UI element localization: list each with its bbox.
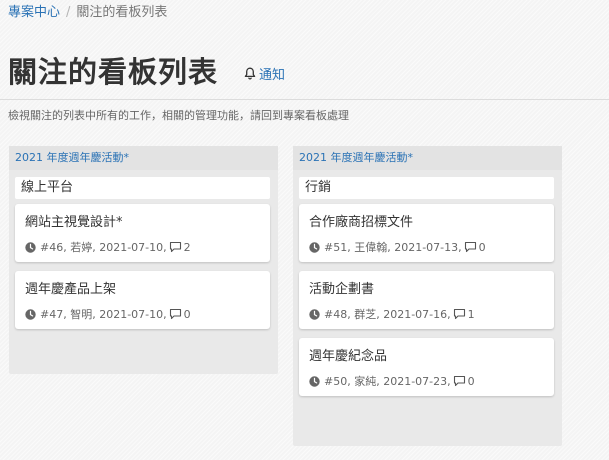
task-card-info: #48, 群芝, 2021-07-16, <box>324 308 451 321</box>
breadcrumb-home-link[interactable]: 專案中心 <box>8 5 60 20</box>
breadcrumb-current: 關注的看板列表 <box>76 5 168 20</box>
page-title: 關注的看板列表 <box>8 55 219 89</box>
task-card[interactable]: 網站主視覺設計* #46, 若婷, 2021-07-10, 2 <box>15 204 270 262</box>
bell-icon <box>244 67 256 80</box>
task-card-info: #51, 王偉翰, 2021-07-13, <box>324 241 462 254</box>
notify-label: 通知 <box>259 67 286 83</box>
notify-button[interactable]: 通知 <box>244 64 285 83</box>
task-card-title: 網站主視覺設計* <box>25 215 123 230</box>
page-description: 檢視關注的列表中所有的工作，相關的管理功能，請回到專案看板處理 <box>8 109 349 122</box>
breadcrumb-separator: / <box>66 5 71 20</box>
task-card-meta: #51, 王偉翰, 2021-07-13, 0 <box>309 239 486 255</box>
board-title-link[interactable]: 2021 年度週年慶活動* <box>9 146 278 170</box>
board-column-2: 2021 年度週年慶活動* 行銷 合作廠商招標文件 #51, 王偉翰, 2021… <box>293 146 562 446</box>
task-card-title: 週年慶紀念品 <box>309 349 388 364</box>
list-title: 行銷 <box>299 177 554 199</box>
clock-icon <box>25 241 36 253</box>
task-card[interactable]: 週年慶紀念品 #50, 家純, 2021-07-23, 0 <box>299 338 554 396</box>
breadcrumb: 專案中心 / 關注的看板列表 <box>8 4 167 22</box>
task-card-comment-count: 0 <box>467 374 475 388</box>
task-card[interactable]: 合作廠商招標文件 #51, 王偉翰, 2021-07-13, 0 <box>299 204 554 262</box>
comment-icon <box>453 375 465 387</box>
comment-icon <box>169 241 181 253</box>
comment-icon <box>464 241 476 253</box>
list-title: 線上平台 <box>15 177 270 199</box>
task-card-comment-count: 0 <box>478 240 486 254</box>
task-card-info: #50, 家純, 2021-07-23, <box>324 375 451 388</box>
task-card-meta: #46, 若婷, 2021-07-10, 2 <box>25 239 191 255</box>
clock-icon <box>309 375 320 387</box>
clock-icon <box>309 308 320 320</box>
task-card-meta: #47, 智明, 2021-07-10, 0 <box>25 306 191 322</box>
comment-icon <box>453 308 465 320</box>
task-card[interactable]: 活動企劃書 #48, 群芝, 2021-07-16, 1 <box>299 271 554 329</box>
title-row: 關注的看板列表 通知 <box>8 50 285 90</box>
task-card-comment-count: 0 <box>183 307 191 321</box>
task-card[interactable]: 週年慶產品上架 #47, 智明, 2021-07-10, 0 <box>15 271 270 329</box>
task-card-comment-count: 2 <box>183 240 191 254</box>
clock-icon <box>25 308 36 320</box>
clock-icon <box>309 241 320 253</box>
header-divider <box>0 99 609 100</box>
task-card-title: 活動企劃書 <box>309 282 375 297</box>
board-title-link[interactable]: 2021 年度週年慶活動* <box>293 146 562 170</box>
task-card-info: #46, 若婷, 2021-07-10, <box>40 241 167 254</box>
task-card-title: 週年慶產品上架 <box>25 282 117 297</box>
board-column-1: 2021 年度週年慶活動* 線上平台 網站主視覺設計* #46, 若婷, 202… <box>9 146 278 374</box>
task-card-meta: #50, 家純, 2021-07-23, 0 <box>309 373 475 389</box>
comment-icon <box>169 308 181 320</box>
task-card-title: 合作廠商招標文件 <box>309 215 414 230</box>
task-card-comment-count: 1 <box>467 307 475 321</box>
task-card-meta: #48, 群芝, 2021-07-16, 1 <box>309 306 475 322</box>
task-card-info: #47, 智明, 2021-07-10, <box>40 308 167 321</box>
